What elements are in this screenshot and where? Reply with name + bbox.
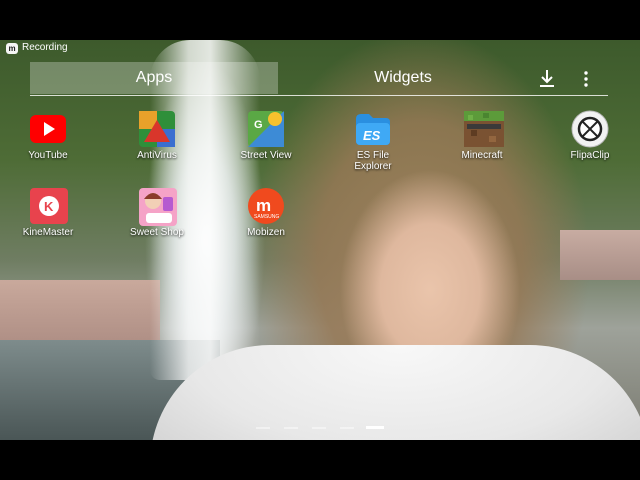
app-drawer-tabs: Apps Widgets: [30, 62, 608, 96]
youtube-icon: [29, 110, 67, 148]
app-kinemaster[interactable]: K KineMaster: [0, 187, 96, 238]
app-label: FlipaClip: [570, 150, 610, 161]
app-antivirus[interactable]: AntiVirus: [109, 110, 205, 161]
app-sweet-shop[interactable]: Sweet Shop: [109, 187, 205, 238]
download-icon[interactable]: [538, 68, 556, 88]
recording-icon: m: [6, 43, 18, 54]
page-dot[interactable]: [284, 427, 298, 429]
svg-text:K: K: [44, 199, 54, 214]
svg-text:SAMSUNG: SAMSUNG: [254, 214, 279, 220]
recording-label: Recording: [22, 42, 68, 53]
page-indicator: [256, 425, 396, 431]
svg-text:ES: ES: [363, 128, 381, 143]
app-label: Mobizen: [247, 227, 285, 238]
page-dot[interactable]: [256, 427, 270, 429]
app-street-view[interactable]: G Street View: [218, 110, 314, 161]
pool-wall-right: [560, 230, 640, 280]
street-view-icon: G: [247, 110, 285, 148]
flipaclip-icon: [571, 110, 609, 148]
overflow-menu-icon[interactable]: [582, 70, 590, 88]
svg-text:G: G: [254, 119, 263, 131]
app-flipaclip[interactable]: FlipaClip: [542, 110, 638, 161]
app-youtube[interactable]: YouTube: [0, 110, 96, 161]
app-es-file-explorer[interactable]: ES ES File Explorer: [325, 110, 421, 172]
tab-apps[interactable]: Apps: [30, 62, 278, 94]
app-label: Street View: [240, 150, 292, 161]
tabs-divider: [30, 95, 608, 96]
app-label: Minecraft: [461, 150, 503, 161]
app-mobizen[interactable]: m SAMSUNG Mobizen: [218, 187, 314, 238]
minecraft-icon: [463, 110, 504, 148]
pool-wall: [0, 280, 160, 340]
app-label: KineMaster: [22, 227, 74, 238]
app-label: ES File Explorer: [354, 150, 392, 172]
sweet-shop-icon: [138, 187, 177, 226]
antivirus-icon: [138, 110, 176, 148]
page-dot[interactable]: [340, 427, 354, 429]
app-minecraft[interactable]: Minecraft: [434, 110, 530, 161]
es-file-explorer-icon: ES: [354, 110, 392, 148]
app-label: Sweet Shop: [130, 227, 184, 238]
app-label: AntiVirus: [137, 150, 177, 161]
status-bar: m Recording: [0, 40, 640, 56]
page-dot-active[interactable]: [366, 426, 384, 429]
app-label: YouTube: [28, 150, 68, 161]
tab-widgets[interactable]: Widgets: [278, 62, 528, 94]
page-dot[interactable]: [312, 427, 326, 429]
kinemaster-icon: K: [29, 187, 68, 225]
wallpaper: [0, 40, 640, 440]
mobizen-icon: m SAMSUNG: [247, 187, 285, 225]
svg-text:m: m: [256, 196, 271, 215]
